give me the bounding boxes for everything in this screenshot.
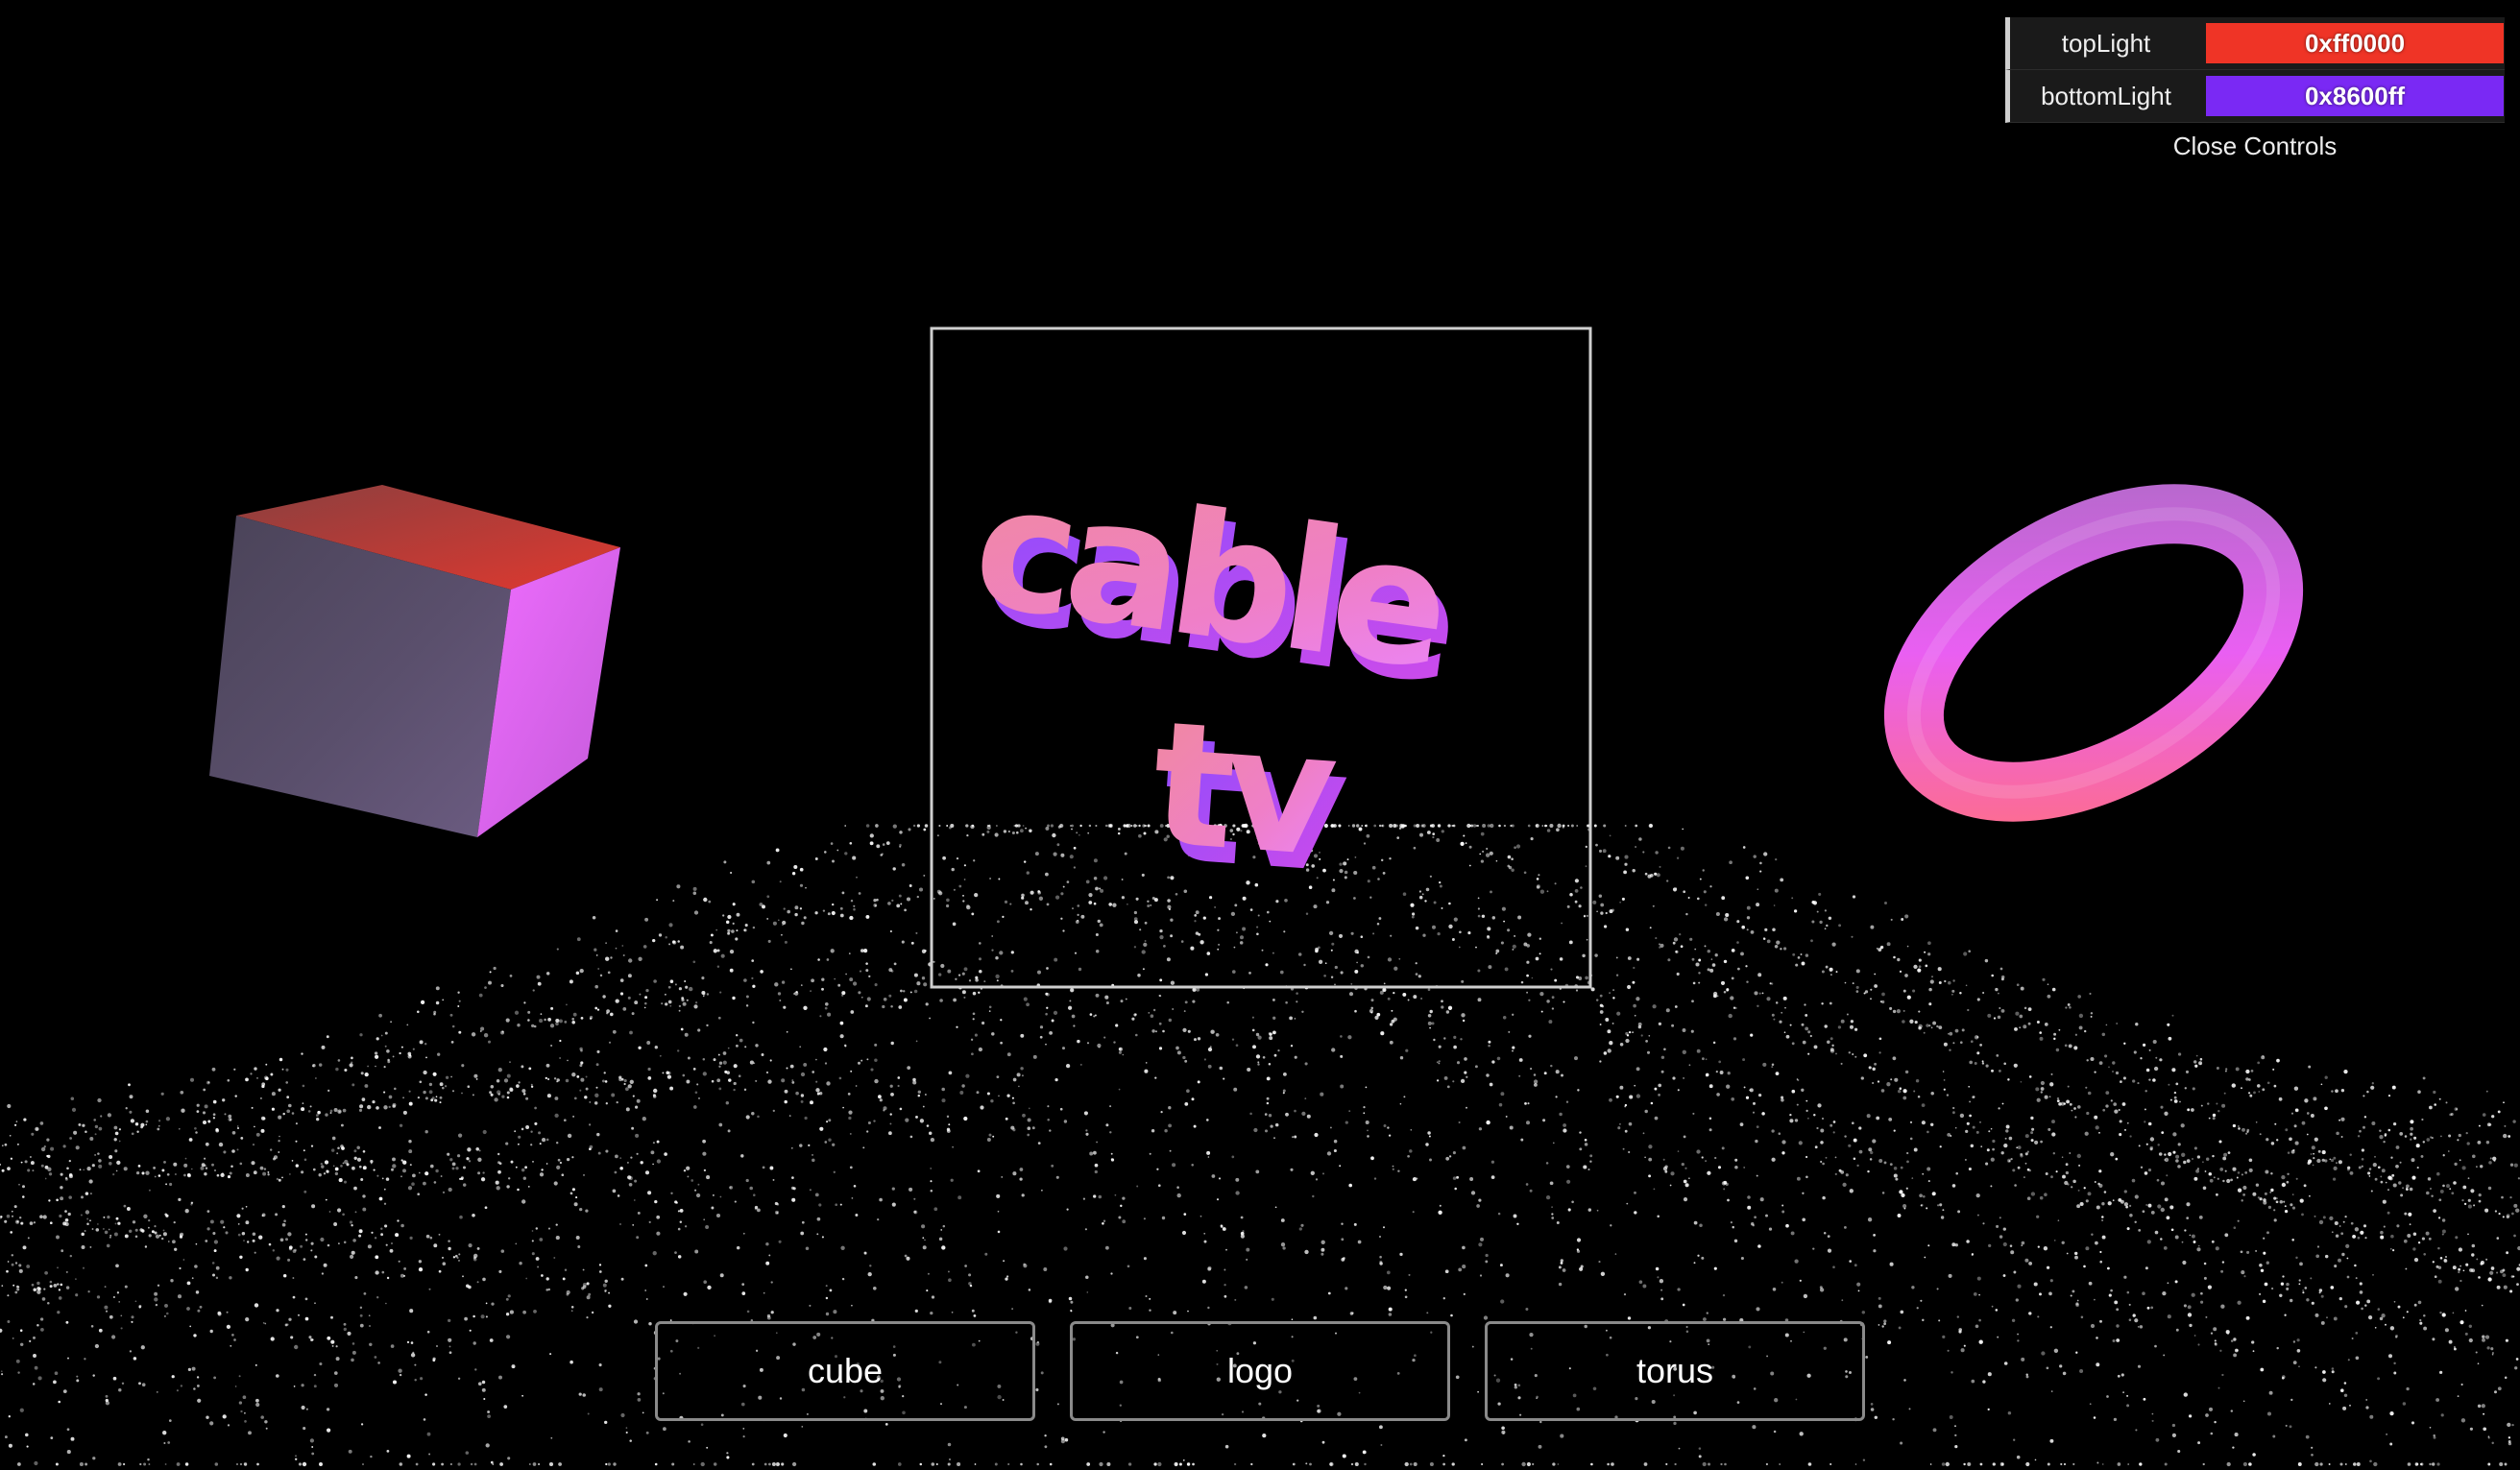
bottomlight-color-swatch[interactable]: 0x8600ff xyxy=(2206,76,2504,116)
control-row-bottomlight: bottomLight 0x8600ff xyxy=(2005,70,2505,123)
cube-button[interactable]: cube xyxy=(655,1321,1035,1421)
logo-object[interactable]: cable cable tv tv xyxy=(963,446,1464,911)
logo-button[interactable]: logo xyxy=(1070,1321,1450,1421)
cube-object[interactable] xyxy=(209,485,620,837)
controls-panel: topLight 0xff0000 bottomLight 0x8600ff C… xyxy=(2005,17,2505,169)
toplight-color-swatch[interactable]: 0xff0000 xyxy=(2206,23,2504,63)
scene-canvas[interactable]: cable cable tv tv xyxy=(0,0,2520,1470)
torus-object[interactable] xyxy=(1866,456,2320,849)
torus-button[interactable]: torus xyxy=(1485,1321,1865,1421)
close-controls-button[interactable]: Close Controls xyxy=(2005,123,2505,169)
bottomlight-label: bottomLight xyxy=(2041,81,2171,110)
control-row-toplight: topLight 0xff0000 xyxy=(2005,17,2505,70)
toplight-label: topLight xyxy=(2061,28,2151,58)
